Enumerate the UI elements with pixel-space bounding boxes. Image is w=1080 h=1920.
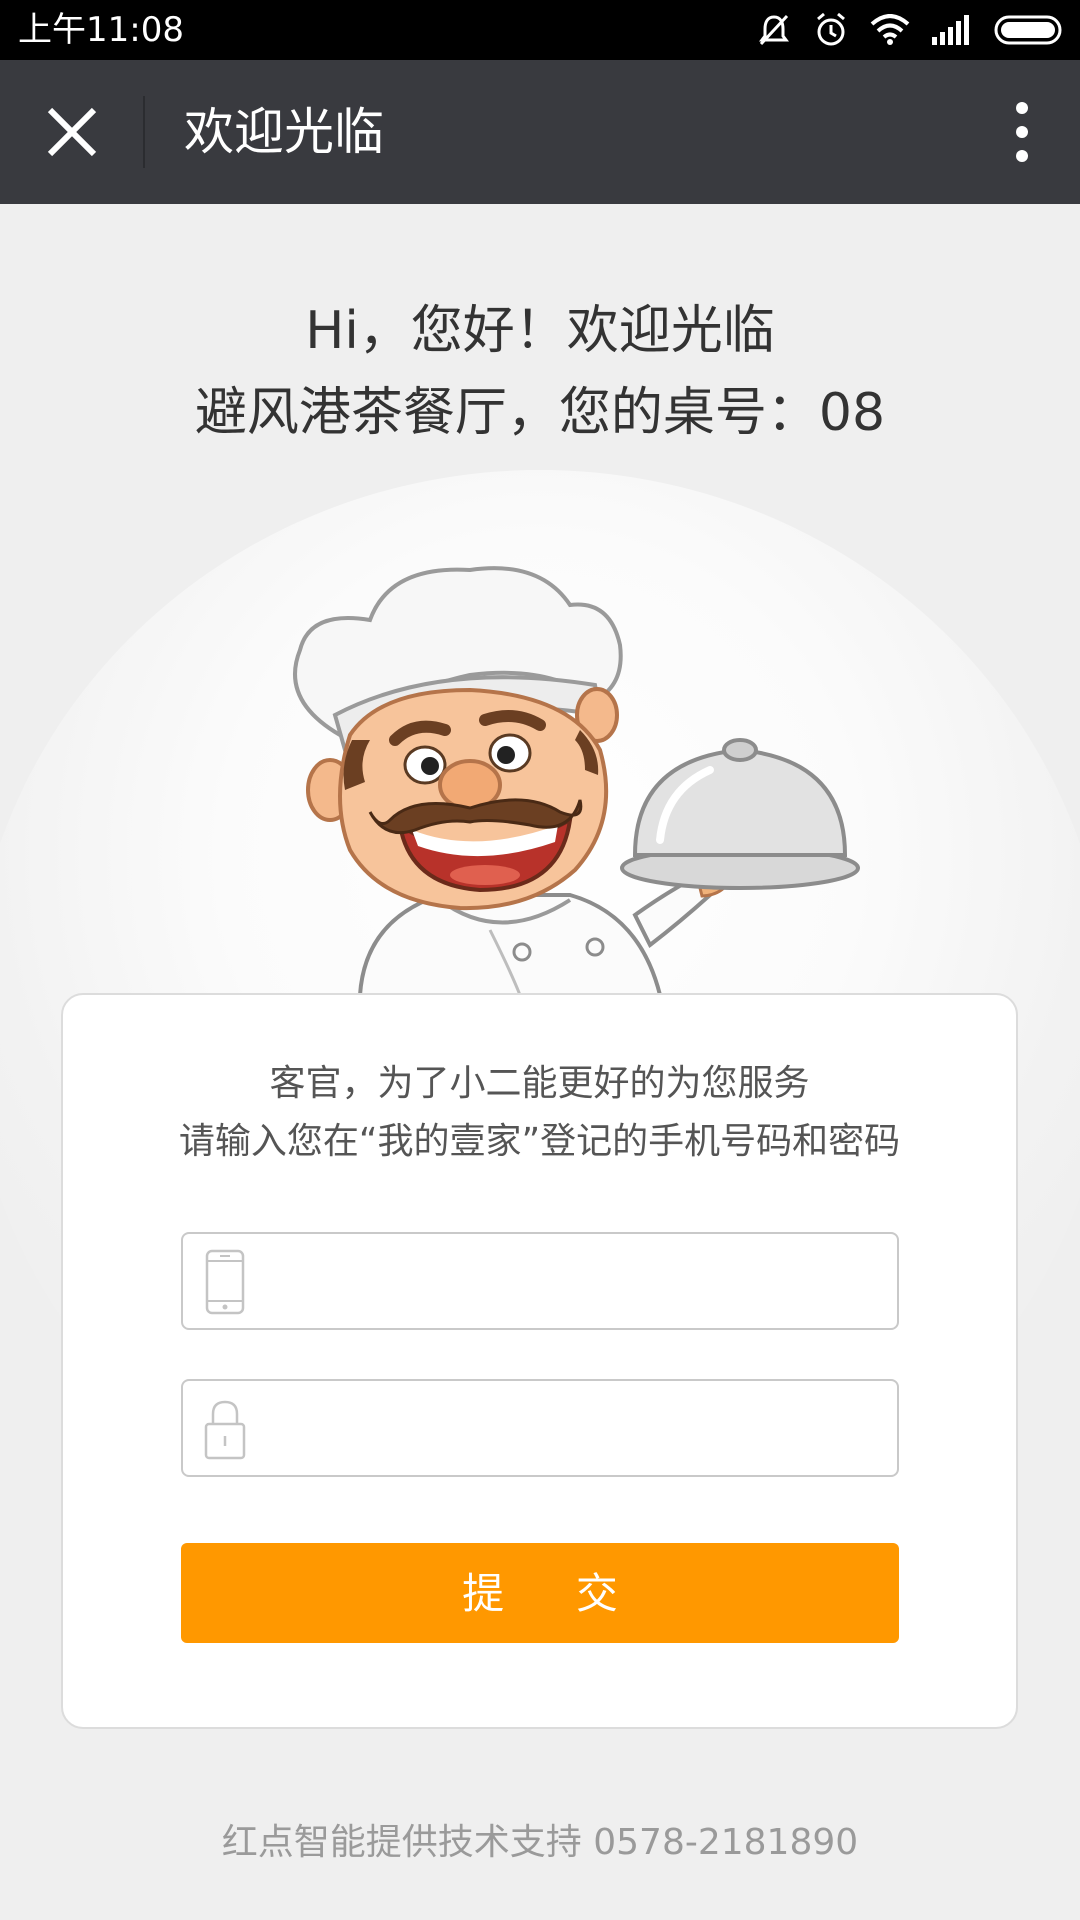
page-title: 欢迎光临 <box>184 103 384 161</box>
chef-illustration <box>293 566 860 995</box>
status-bar: 上午11:08 <box>0 0 1080 60</box>
password-field[interactable] <box>181 1379 899 1477</box>
more-vertical-icon[interactable] <box>994 96 1050 168</box>
lock-icon <box>204 1400 246 1460</box>
greeting-line-1: Hi，您好！欢迎光临 <box>305 301 775 361</box>
signal-icon <box>932 15 969 45</box>
phone-input[interactable] <box>271 1234 885 1330</box>
nav-bar: 欢迎光临 <box>0 60 1080 204</box>
mute-icon <box>759 14 789 46</box>
wifi-icon <box>870 14 910 45</box>
submit-button[interactable]: 提 交 <box>181 1543 899 1643</box>
close-icon[interactable] <box>36 96 108 168</box>
battery-icon <box>994 15 1062 45</box>
status-time: 上午11:08 <box>18 10 184 50</box>
welcome-greeting: Hi，您好！欢迎光临 避风港茶餐厅，您的桌号：08 <box>0 290 1080 454</box>
instruction-line-1: 客官，为了小二能更好的为您服务 <box>269 1063 810 1104</box>
nav-divider <box>143 96 145 168</box>
greeting-line-2: 避风港茶餐厅，您的桌号：08 <box>194 383 886 443</box>
footer-support-text: 红点智能提供技术支持 0578-2181890 <box>221 1822 859 1863</box>
login-instruction: 客官，为了小二能更好的为您服务 请输入您在“我的壹家”登记的手机号码和密码 <box>63 1055 1016 1171</box>
instruction-line-2: 请输入您在“我的壹家”登记的手机号码和密码 <box>178 1121 901 1162</box>
login-card: 客官，为了小二能更好的为您服务 请输入您在“我的壹家”登记的手机号码和密码 提 … <box>61 993 1018 1729</box>
password-input[interactable] <box>271 1381 885 1477</box>
status-icons <box>756 10 1066 50</box>
phone-field[interactable] <box>181 1232 899 1330</box>
alarm-icon <box>817 12 845 46</box>
phone-icon <box>205 1249 245 1315</box>
